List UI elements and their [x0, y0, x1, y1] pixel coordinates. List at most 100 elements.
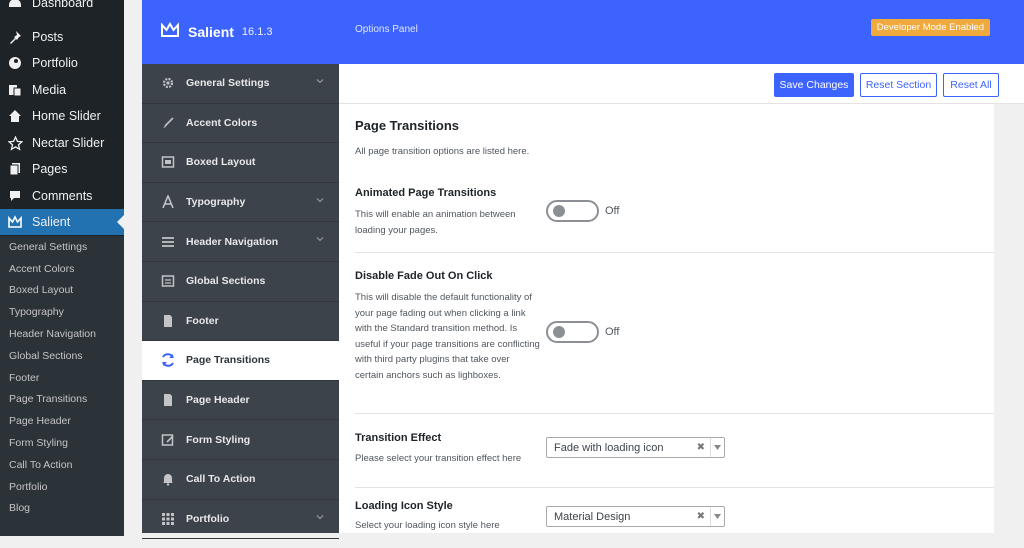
wp-submenu-item[interactable]: Global Sections	[0, 345, 124, 367]
nav-item-footer[interactable]: Footer	[142, 302, 339, 342]
nav-item-page-header[interactable]: Page Header	[142, 381, 339, 421]
options-nav: General Settings Accent Colors Boxed Layou…	[142, 64, 339, 540]
home-icon	[6, 107, 24, 125]
wp-submenu-item[interactable]: Page Transitions	[0, 389, 124, 411]
wp-menu-pages[interactable]: Pages	[0, 156, 124, 182]
options-panel-sidebar: Salient 16.1.3 General Settings Accent Co…	[142, 0, 339, 540]
select-value: Material Design	[554, 510, 631, 523]
wp-submenu-item[interactable]: Header Navigation	[0, 323, 124, 345]
chevron-down-icon[interactable]	[710, 507, 724, 526]
wp-menu-comments[interactable]: Comments	[0, 183, 124, 209]
nav-item-call-to-action[interactable]: Call To Action	[142, 460, 339, 500]
chevron-down-icon[interactable]	[315, 76, 325, 86]
wp-submenu-item[interactable]: Accent Colors	[0, 258, 124, 280]
wp-submenu-item[interactable]: Page Header	[0, 410, 124, 432]
option-description: Select your loading icon style here	[355, 520, 500, 531]
comment-icon	[6, 187, 24, 205]
nav-item-accent-colors[interactable]: Accent Colors	[142, 104, 339, 144]
wp-menu-home-slider[interactable]: Home Slider	[0, 103, 124, 129]
reset-section-button[interactable]: Reset Section	[860, 73, 937, 97]
nav-item-boxed-layout[interactable]: Boxed Layout	[142, 143, 339, 183]
save-changes-button[interactable]: Save Changes	[774, 73, 854, 97]
crown-icon	[160, 21, 180, 43]
options-panel-label: Options Panel	[355, 24, 418, 35]
transition-effect-select[interactable]: Fade with loading icon ✖	[546, 437, 725, 458]
wp-menu-media[interactable]: Media	[0, 77, 124, 103]
wp-menu-salient[interactable]: Salient	[0, 209, 124, 235]
nav-item-label: Header Navigation	[186, 235, 279, 248]
wp-submenu-item[interactable]: Portfolio	[0, 476, 124, 498]
wp-menu-label: Home Slider	[32, 109, 101, 123]
option-description: This will enable an animation between lo…	[355, 209, 516, 236]
toggle-state-label: Off	[605, 326, 620, 338]
disable-fade-out-toggle[interactable]	[546, 321, 599, 343]
wp-submenu-item[interactable]: Footer	[0, 367, 124, 389]
wp-menu-label: Nectar Slider	[32, 136, 105, 150]
option-description: This will disable the default functional…	[355, 292, 540, 381]
option-loading-icon-style: Loading Icon Style Select your loading i…	[355, 488, 994, 548]
wp-submenu-item[interactable]: Typography	[0, 301, 124, 323]
chevron-down-icon[interactable]	[315, 512, 325, 522]
nav-item-typography[interactable]: Typography	[142, 183, 339, 223]
nav-item-form-styling[interactable]: Form Styling	[142, 420, 339, 460]
wp-menu-label: Media	[32, 83, 67, 97]
content-margin	[994, 104, 1024, 533]
wp-submenu-item[interactable]: General Settings	[0, 236, 124, 258]
option-transition-effect: Transition Effect Please select your tra…	[355, 414, 994, 488]
section-description: All page transition options are listed h…	[355, 146, 530, 157]
wp-menu-dashboard[interactable]: Dashboard	[0, 0, 124, 16]
select-value: Fade with loading icon	[554, 441, 664, 454]
nav-item-portfolio[interactable]: Portfolio	[142, 500, 339, 540]
nav-item-page-transitions[interactable]: Page Transitions	[142, 341, 339, 381]
wp-menu-portfolio[interactable]: Portfolio	[0, 50, 124, 76]
option-description: Please select your transition effect her…	[355, 453, 522, 464]
refresh-icon	[160, 352, 176, 368]
wp-menu-label: Posts	[32, 30, 64, 44]
clear-icon[interactable]: ✖	[697, 442, 705, 453]
action-bar: Save Changes Reset Section Reset All	[339, 64, 1024, 104]
options-content: Save Changes Reset Section Reset All Pag…	[339, 64, 1024, 533]
wp-admin-sidebar: Dashboard Posts Portfolio Media Home Sli…	[0, 0, 124, 536]
toggle-knob	[553, 326, 565, 338]
wp-menu-posts[interactable]: Posts	[0, 24, 124, 50]
nav-item-label: Form Styling	[186, 433, 251, 446]
wp-submenu: General Settings Accent Colors Boxed Layou…	[0, 236, 124, 536]
wp-submenu-item[interactable]: Blog	[0, 498, 124, 520]
toggle-state-label: Off	[605, 205, 620, 217]
wp-submenu-item[interactable]: Form Styling	[0, 432, 124, 454]
gap	[124, 0, 142, 533]
nav-item-header-navigation[interactable]: Header Navigation	[142, 222, 339, 262]
nav-item-label: Typography	[186, 196, 246, 209]
option-title: Animated Page Transitions	[355, 187, 497, 199]
nav-item-label: Boxed Layout	[186, 156, 256, 169]
nav-item-general-settings[interactable]: General Settings	[142, 64, 339, 104]
loading-icon-style-select[interactable]: Material Design ✖	[546, 506, 725, 527]
bell-icon	[160, 471, 176, 487]
nav-item-label: Call To Action	[186, 473, 256, 486]
wp-menu-nectar-slider[interactable]: Nectar Slider	[0, 130, 124, 156]
dashboard-icon	[6, 0, 24, 12]
option-title: Transition Effect	[355, 432, 442, 444]
animated-transitions-toggle[interactable]	[546, 200, 599, 222]
star-icon	[6, 134, 24, 152]
wp-menu-label: Pages	[32, 162, 68, 176]
clear-icon[interactable]: ✖	[697, 511, 705, 522]
nav-item-global-sections[interactable]: Global Sections	[142, 262, 339, 302]
portfolio-icon	[6, 54, 24, 72]
wp-submenu-item[interactable]: Call To Action	[0, 454, 124, 476]
brand-name: Salient	[188, 24, 234, 40]
nav-item-label: Page Transitions	[186, 354, 271, 367]
footer-icon	[160, 313, 176, 329]
pin-icon	[6, 28, 24, 46]
nav-item-label: General Settings	[186, 77, 270, 90]
reset-all-button[interactable]: Reset All	[943, 73, 999, 97]
option-animated-transitions: Animated Page Transitions This will enab…	[355, 174, 994, 253]
option-title: Loading Icon Style	[355, 500, 453, 512]
chevron-down-icon[interactable]	[710, 438, 724, 457]
chevron-down-icon[interactable]	[315, 195, 325, 205]
crown-icon	[6, 213, 24, 231]
chevron-down-icon[interactable]	[315, 234, 325, 244]
global-sections-icon	[160, 273, 176, 289]
wp-submenu-item[interactable]: Boxed Layout	[0, 280, 124, 302]
option-disable-fade-out: Disable Fade Out On Click This will disa…	[355, 253, 994, 414]
